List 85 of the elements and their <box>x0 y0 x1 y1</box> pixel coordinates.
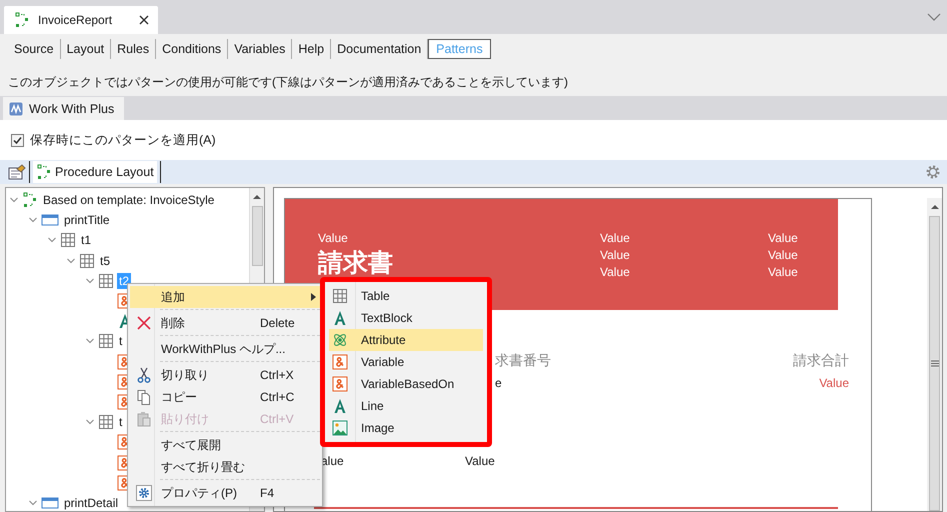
chevron-icon[interactable] <box>28 498 38 508</box>
wave-icon <box>9 102 23 116</box>
menu-item[interactable]: Line <box>329 395 483 417</box>
tree-item[interactable]: t <box>117 414 124 430</box>
field-label: 求書番号 <box>495 352 551 368</box>
chevron-icon[interactable] <box>85 276 95 286</box>
menu-item[interactable]: プロパティ(P) F4 <box>130 482 320 504</box>
menu-item[interactable]: Table <box>329 285 483 307</box>
menu-item[interactable]: すべて展開 <box>130 434 320 456</box>
properties-icon[interactable] <box>8 163 26 181</box>
copy-icon <box>136 389 152 405</box>
report-title: 請求書 <box>318 248 394 279</box>
checkbox-label: 保存時にこのパターンを適用(A) <box>30 132 216 148</box>
table-icon <box>60 232 76 248</box>
field-label: 請求合計 <box>793 352 849 368</box>
menu-item[interactable]: 切り取り Ctrl+X <box>130 364 320 386</box>
tab-title: InvoiceReport <box>38 13 112 27</box>
letter-icon <box>332 310 348 326</box>
scroll-thumb[interactable] <box>252 206 262 266</box>
view-tab[interactable]: Layout <box>60 39 110 59</box>
tree-item[interactable]: Based on template: InvoiceStyle <box>41 192 216 208</box>
field-value: Value <box>465 454 495 468</box>
band-icon <box>41 212 59 228</box>
view-tab[interactable]: Variables <box>228 39 292 59</box>
submenu-arrow-icon <box>311 293 316 301</box>
info-text: このオブジェクトではパターンの使用が可能です(下線はパターンが適用済みであることを示しています) <box>8 74 569 91</box>
header-value: Value <box>318 230 349 247</box>
tree-item[interactable]: t5 <box>98 252 112 269</box>
image-icon <box>332 420 348 436</box>
checkbox[interactable] <box>11 134 24 146</box>
gear-icon <box>136 485 152 501</box>
editor-tab[interactable]: InvoiceReport <box>4 6 158 34</box>
bracket-icon <box>36 164 52 180</box>
header-value: Value <box>600 247 631 264</box>
settings-icon[interactable] <box>925 164 941 180</box>
menu-item[interactable]: 削除 Delete <box>130 312 320 334</box>
menu-item[interactable]: Variable <box>329 351 483 373</box>
pattern-tab[interactable]: Work With Plus <box>3 97 124 120</box>
letter-icon <box>332 398 348 414</box>
view-tab[interactable]: Documentation <box>331 39 428 59</box>
header-value: Value <box>600 230 631 247</box>
menu-item[interactable]: 追加 <box>130 286 320 308</box>
view-tab[interactable]: Help <box>292 39 330 59</box>
atom-icon <box>332 332 348 348</box>
header-value: Value <box>768 247 798 264</box>
menu-item[interactable]: Attribute <box>329 329 483 351</box>
header-value: Value <box>768 264 798 281</box>
grip-icon <box>930 360 938 367</box>
field-value: Value <box>819 376 849 390</box>
menu-item[interactable]: Image <box>329 417 483 439</box>
table-icon <box>98 272 114 289</box>
chevron-icon[interactable] <box>66 256 76 266</box>
field-value: e <box>495 376 502 390</box>
scroll-up-icon[interactable] <box>930 204 938 210</box>
menu-item[interactable]: WorkWithPlus ヘルプ... <box>130 338 320 360</box>
tree-item[interactable]: printDetail <box>62 494 120 511</box>
ampersand-icon <box>332 376 348 392</box>
table-icon <box>332 288 348 304</box>
scissors-icon <box>136 367 152 383</box>
close-icon[interactable] <box>138 14 150 26</box>
scroll-thumb[interactable] <box>929 216 940 511</box>
bracket-icon <box>14 12 30 28</box>
header-value: Value <box>768 230 798 247</box>
tree-item[interactable]: t <box>117 333 124 350</box>
tree-item[interactable]: t1 <box>79 232 94 248</box>
scrollbar[interactable] <box>927 198 942 511</box>
view-tab[interactable]: Source <box>8 39 60 59</box>
menu-item[interactable]: TextBlock <box>329 307 483 329</box>
bracket-icon <box>22 192 38 208</box>
layout-tab[interactable]: Procedure Layout <box>33 161 157 183</box>
menu-item[interactable]: すべて折り畳む <box>130 456 320 478</box>
menu-item[interactable]: VariableBasedOn <box>329 373 483 395</box>
cross-icon <box>136 315 152 331</box>
table-icon <box>98 333 114 350</box>
header-value: Value <box>600 264 631 281</box>
tree-item[interactable]: printTitle <box>62 212 112 228</box>
view-tab[interactable]: Conditions <box>156 39 228 59</box>
chevron-icon[interactable] <box>927 12 941 22</box>
menu-item[interactable]: コピー Ctrl+C <box>130 386 320 408</box>
table-icon <box>98 414 114 430</box>
clipboard-icon <box>136 411 152 427</box>
view-tab[interactable]: Rules <box>111 39 156 59</box>
ampersand-icon <box>332 354 348 370</box>
scroll-up-icon[interactable] <box>253 194 261 200</box>
table-icon <box>79 252 95 269</box>
